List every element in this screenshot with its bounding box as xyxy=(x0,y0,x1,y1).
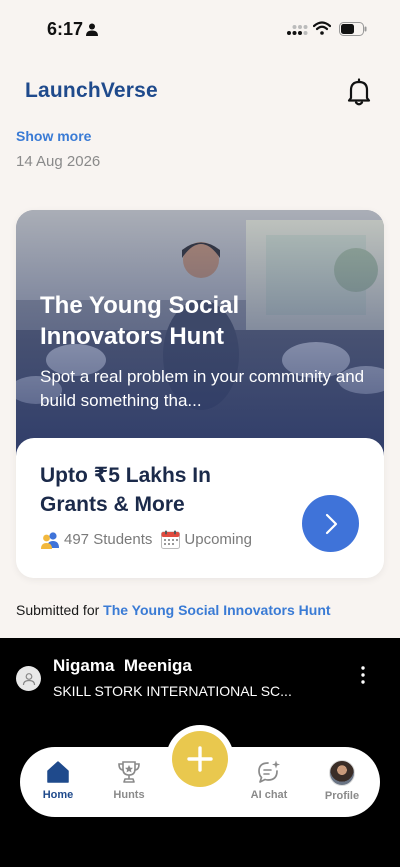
user-avatar[interactable] xyxy=(16,666,41,691)
grant-text: Upto ₹5 Lakhs In Grants & More xyxy=(40,464,211,516)
show-more-link[interactable]: Show more xyxy=(16,128,91,144)
plus-icon xyxy=(187,746,213,772)
open-hunt-button[interactable] xyxy=(302,495,359,552)
submitted-prefix: Submitted for xyxy=(16,602,104,618)
bell-icon[interactable] xyxy=(346,78,372,106)
person-icon xyxy=(86,23,98,36)
battery-icon xyxy=(339,22,367,36)
students-count: 497 Students xyxy=(64,531,153,548)
signal-icon xyxy=(287,25,308,35)
user-school: SKILL STORK INTERNATIONAL SC... xyxy=(53,683,292,699)
hunt-status: Upcoming xyxy=(184,531,252,548)
hunt-description: Spot a real problem in your community an… xyxy=(40,367,365,410)
post-date: 14 Aug 2026 xyxy=(16,153,101,170)
calendar-icon xyxy=(161,530,181,549)
nav-label-home: Home xyxy=(42,789,74,801)
status-time: 6:17 xyxy=(47,19,84,39)
home-icon xyxy=(47,761,69,783)
submitted-for-line: Submitted for The Young Social Innovator… xyxy=(16,602,331,618)
students-icon xyxy=(41,531,59,549)
hunt-info-panel: Upto ₹5 Lakhs In Grants & More 497 Stude… xyxy=(16,438,384,578)
more-options-icon[interactable] xyxy=(359,665,367,685)
nav-label-profile: Profile xyxy=(324,790,360,802)
app-header: LaunchVerse xyxy=(0,60,400,122)
wifi-icon xyxy=(313,21,331,35)
nav-item-profile[interactable]: Profile xyxy=(322,747,362,817)
submitted-hunt-link[interactable]: The Young Social Innovators Hunt xyxy=(103,602,330,618)
person-placeholder-icon xyxy=(22,672,35,685)
app-title: LaunchVerse xyxy=(25,79,158,102)
hunt-title: The Young Social Innovators Hunt xyxy=(40,292,240,350)
hunt-meta-row: 497 Students Upcoming xyxy=(40,530,252,549)
add-button[interactable] xyxy=(172,731,228,787)
profile-avatar xyxy=(329,760,355,786)
nav-item-hunts[interactable]: Hunts xyxy=(107,747,151,817)
user-name[interactable]: Nigama Meeniga xyxy=(53,656,192,676)
chevron-right-icon xyxy=(325,513,337,534)
trophy-icon xyxy=(118,761,140,783)
ai-chat-icon xyxy=(258,760,280,783)
nav-item-ai-chat[interactable]: AI chat xyxy=(245,747,293,817)
status-bar: 6:17 xyxy=(0,0,400,60)
nav-item-home[interactable]: Home xyxy=(37,747,79,817)
nav-label-ai-chat: AI chat xyxy=(250,789,288,801)
nav-label-hunts: Hunts xyxy=(113,789,145,801)
hunt-card[interactable]: The Young Social Innovators Hunt Spot a … xyxy=(16,210,384,578)
